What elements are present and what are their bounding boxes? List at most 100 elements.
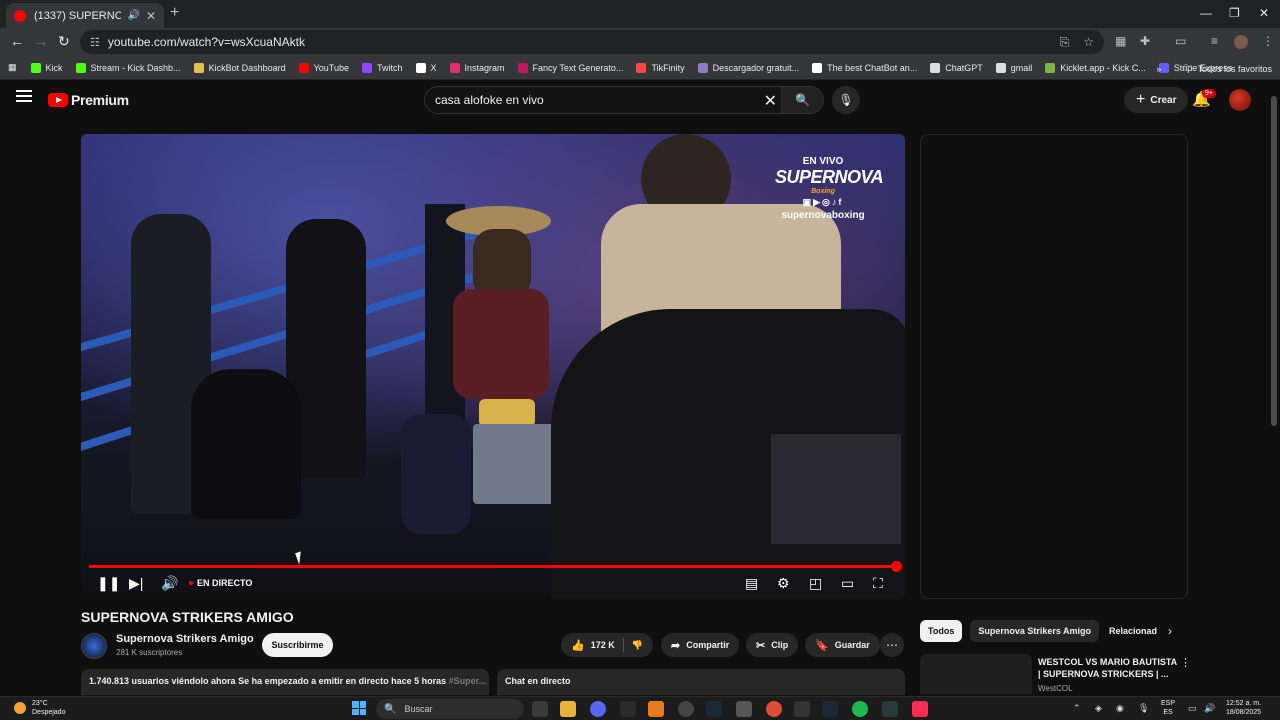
- new-tab-icon[interactable]: +: [170, 4, 179, 22]
- chrome-icon[interactable]: [766, 701, 782, 717]
- bookmark-item[interactable]: TikFinity: [636, 62, 685, 73]
- recommended-thumbnail[interactable]: [920, 654, 1032, 694]
- search-button[interactable]: 🔍: [781, 87, 823, 113]
- tray-chevron-icon[interactable]: ⌃: [1073, 703, 1081, 714]
- extension-icon[interactable]: ▦: [1115, 34, 1126, 48]
- task-view-icon[interactable]: [532, 701, 548, 717]
- network-icon[interactable]: ▭: [1188, 703, 1197, 714]
- all-bookmarks-folder[interactable]: » 🗀 Todos los favoritos: [1156, 61, 1272, 77]
- app-icon[interactable]: [648, 701, 664, 717]
- bookmark-item[interactable]: The best ChatBot an...: [812, 62, 917, 73]
- bookmark-item[interactable]: Stream - Kick Dashb...: [75, 62, 181, 73]
- live-indicator[interactable]: EN DIRECTO: [189, 578, 252, 588]
- bookmark-item[interactable]: Descargador gratuit...: [697, 62, 799, 73]
- bookmark-item[interactable]: KickBot Dashboard: [193, 62, 286, 73]
- tray-app-icon[interactable]: ◉: [1116, 703, 1124, 714]
- tray-app-icon[interactable]: ◈: [1095, 703, 1102, 714]
- search-box[interactable]: casa alofoke en vivo ✕ 🔍: [424, 86, 824, 114]
- bookmark-item[interactable]: Instagram: [449, 62, 505, 73]
- spotify-icon[interactable]: [852, 701, 868, 717]
- guide-menu-icon[interactable]: [16, 90, 32, 102]
- save-button[interactable]: 🔖 Guardar: [805, 633, 880, 657]
- reload-icon[interactable]: ↻: [58, 33, 70, 50]
- steam-icon[interactable]: [706, 701, 722, 717]
- subscribe-button[interactable]: Suscribirme: [262, 633, 333, 657]
- tiktok-icon[interactable]: [912, 701, 928, 717]
- bookmark-item[interactable]: Fancy Text Generato...: [517, 62, 623, 73]
- search-input[interactable]: casa alofoke en vivo: [435, 93, 544, 107]
- side-panel-icon[interactable]: ▭: [1175, 34, 1186, 48]
- settings-gear-icon[interactable]: ⚙: [777, 575, 790, 592]
- bookmark-item[interactable]: gmail: [995, 62, 1032, 73]
- recommended-more-icon[interactable]: ⋮: [1180, 656, 1191, 669]
- video-player[interactable]: EN VIVO SUPERNOVA Boxing ▣▶◎♪f supernova…: [81, 134, 905, 599]
- back-icon[interactable]: ←: [10, 33, 24, 49]
- subtitles-icon[interactable]: ▤: [745, 575, 758, 592]
- forward-icon[interactable]: →: [34, 33, 48, 49]
- like-count[interactable]: 172 K: [591, 640, 615, 650]
- restore-icon[interactable]: ❐: [1229, 6, 1240, 20]
- channel-name[interactable]: Supernova Strikers Amigo: [116, 633, 254, 645]
- voice-search-button[interactable]: 🎙: [832, 86, 860, 114]
- volume-icon[interactable]: 🔊: [1204, 703, 1215, 714]
- dislike-icon[interactable]: 👎: [632, 640, 643, 651]
- chip-todos[interactable]: Todos: [920, 620, 963, 642]
- reading-list-icon[interactable]: ≡: [1211, 34, 1218, 48]
- recommended-title[interactable]: WESTCOL VS MARIO BAUTISTA | SUPERNOVA ST…: [1038, 656, 1178, 680]
- extensions-puzzle-icon[interactable]: ✚: [1140, 34, 1150, 48]
- bookmark-item[interactable]: YouTube: [298, 62, 349, 73]
- epic-games-icon[interactable]: [620, 701, 636, 717]
- clear-search-icon[interactable]: ✕: [764, 91, 777, 111]
- fullscreen-icon[interactable]: ⛶: [873, 575, 883, 592]
- create-button[interactable]: + Crear: [1124, 87, 1189, 113]
- apps-grid-icon[interactable]: ▦: [8, 62, 17, 73]
- weather-widget[interactable]: 23°C Despejado: [14, 699, 65, 717]
- bookmark-item[interactable]: Kick: [30, 62, 63, 73]
- install-app-icon[interactable]: ⎘: [1060, 35, 1070, 50]
- file-explorer-icon[interactable]: [560, 701, 576, 717]
- steam-icon[interactable]: [822, 701, 838, 717]
- page-scrollbar[interactable]: [1270, 86, 1278, 696]
- close-tab-icon[interactable]: ✕: [146, 9, 156, 23]
- audio-playing-icon[interactable]: 🔊: [127, 10, 139, 21]
- language-indicator[interactable]: ESP ES: [1161, 699, 1175, 717]
- bookmark-item[interactable]: Twitch: [361, 62, 403, 73]
- bookmark-star-icon[interactable]: ☆: [1083, 35, 1094, 49]
- description-hashtag[interactable]: #Super...: [449, 676, 487, 686]
- description-box[interactable]: 1.740.813 usuarios viéndolo ahora Se ha …: [81, 669, 489, 695]
- app-icon[interactable]: [794, 701, 810, 717]
- windows-start-icon[interactable]: [352, 701, 366, 715]
- microphone-icon[interactable]: 🎙: [1138, 703, 1149, 714]
- system-clock[interactable]: 12:52 a. m. 18/08/2025: [1226, 699, 1261, 717]
- taskbar-search[interactable]: 🔍 Buscar: [376, 699, 524, 719]
- app-icon[interactable]: [882, 701, 898, 717]
- youtube-premium-logo[interactable]: Premium: [48, 92, 129, 108]
- address-bar[interactable]: ☷ youtube.com/watch?v=wsXcuaNAktk ⎘ ☆: [80, 30, 1104, 54]
- close-window-icon[interactable]: ✕: [1259, 6, 1269, 20]
- progress-bar[interactable]: [89, 561, 902, 572]
- chip-channel[interactable]: Supernova Strikers Amigo: [970, 620, 1100, 642]
- chips-next-chevron-icon[interactable]: ›: [1168, 624, 1172, 638]
- site-info-icon[interactable]: ☷: [90, 36, 100, 49]
- scrollbar-thumb[interactable]: [1271, 96, 1277, 426]
- bookmark-item[interactable]: X: [415, 62, 437, 73]
- live-chat-header[interactable]: Chat en directo: [497, 669, 905, 695]
- bookmark-item[interactable]: ChatGPT: [930, 62, 983, 73]
- theater-mode-icon[interactable]: ▭: [841, 575, 854, 592]
- pause-icon[interactable]: ❚❚: [97, 575, 120, 592]
- next-video-icon[interactable]: ▶|: [129, 575, 143, 592]
- more-bookmarks-chevron-icon[interactable]: »: [1156, 64, 1161, 74]
- bookmark-item[interactable]: Kicklet.app - Kick C...: [1045, 62, 1146, 73]
- share-button[interactable]: ➦ Compartir: [661, 633, 740, 657]
- browser-profile-avatar[interactable]: [1234, 35, 1248, 49]
- recommended-channel[interactable]: WestCOL: [1038, 684, 1073, 693]
- app-icon[interactable]: [736, 701, 752, 717]
- obs-icon[interactable]: [678, 701, 694, 717]
- browser-menu-icon[interactable]: ⋮: [1262, 34, 1274, 48]
- browser-tab[interactable]: (1337) SUPERNOVA STRIKERS 🔊 ✕: [6, 3, 164, 28]
- chip-related[interactable]: Relacionad: [1107, 620, 1159, 642]
- minimize-icon[interactable]: —: [1200, 6, 1212, 20]
- discord-icon[interactable]: [590, 701, 606, 717]
- channel-avatar[interactable]: [81, 633, 107, 659]
- clip-button[interactable]: ✂ Clip: [746, 633, 799, 657]
